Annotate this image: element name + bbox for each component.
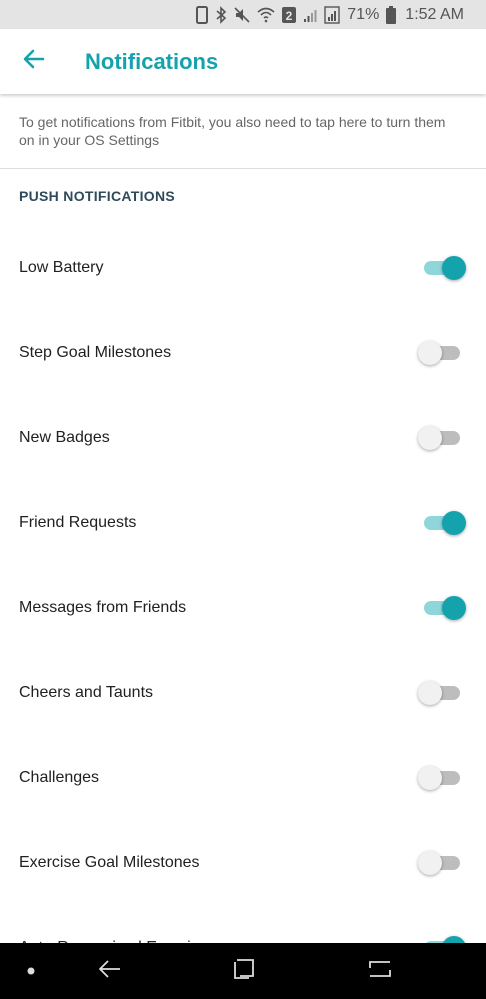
setting-label: Low Battery [19, 258, 104, 276]
toggle-thumb [418, 340, 442, 365]
recents-button[interactable] [224, 943, 264, 999]
toggle-thumb [442, 510, 466, 535]
notification-toggle[interactable] [422, 509, 466, 537]
setting-label: Messages from Friends [19, 598, 187, 616]
setting-row[interactable]: Challenges [0, 735, 486, 820]
toggle-thumb [418, 680, 442, 705]
notification-toggle[interactable] [418, 849, 462, 877]
setting-row[interactable]: Step Goal Milestones [0, 310, 486, 395]
toggle-thumb [418, 765, 442, 790]
wifi-icon [257, 5, 275, 25]
setting-label: Challenges [19, 768, 100, 786]
setting-row[interactable]: Friend Requests [0, 480, 486, 565]
notification-toggle[interactable] [418, 339, 462, 367]
bluetooth-icon [215, 5, 227, 25]
home-icon [368, 959, 392, 984]
battery-icon [386, 5, 397, 25]
battery-percent: 71% [347, 5, 380, 23]
mute-icon [234, 5, 250, 25]
toggle-thumb [418, 425, 442, 450]
setting-label: Step Goal Milestones [19, 343, 172, 361]
setting-row[interactable]: Low Battery [0, 225, 486, 310]
setting-row[interactable]: Messages from Friends [0, 565, 486, 650]
home-button[interactable] [360, 943, 400, 999]
back-button[interactable] [12, 40, 56, 84]
app-bar: Notifications [0, 29, 486, 94]
clock: 1:52 AM [405, 5, 464, 23]
back-nav-icon [98, 959, 122, 984]
setting-label: Cheers and Taunts [19, 683, 154, 701]
settings-list: Low Battery Step Goal Milestones New Badge… [0, 225, 486, 990]
signal-alt-icon [324, 5, 340, 25]
notification-toggle[interactable] [418, 764, 462, 792]
back-nav-button[interactable] [90, 943, 130, 999]
setting-label: Exercise Goal Milestones [19, 853, 200, 871]
arrow-left-icon [23, 48, 45, 75]
divider [0, 168, 486, 169]
notification-toggle[interactable] [418, 424, 462, 452]
navigation-bar [0, 943, 486, 999]
dot-button[interactable] [18, 943, 44, 999]
setting-row[interactable]: New Badges [0, 395, 486, 480]
setting-label: New Badges [19, 428, 110, 446]
notification-toggle[interactable] [422, 254, 466, 282]
notification-toggle[interactable] [422, 594, 466, 622]
page-title: Notifications [85, 48, 219, 74]
setting-label: Friend Requests [19, 513, 137, 531]
phone-icon [196, 5, 209, 25]
sim-badge-icon: 2 [282, 5, 297, 25]
toggle-thumb [418, 850, 442, 875]
recents-icon [233, 958, 255, 985]
toggle-thumb [442, 255, 466, 280]
section-header: PUSH NOTIFICATIONS [19, 188, 176, 204]
setting-row[interactable]: Exercise Goal Milestones [0, 820, 486, 905]
toggle-thumb [442, 595, 466, 620]
os-settings-notice[interactable]: To get notifications from Fitbit, you al… [19, 113, 459, 149]
dot-icon [27, 962, 35, 980]
signal-icon [303, 5, 317, 25]
notification-count: 2 [286, 9, 293, 23]
setting-row[interactable]: Cheers and Taunts [0, 650, 486, 735]
notification-toggle[interactable] [418, 679, 462, 707]
status-bar: 2 71% 1:52 AM [0, 0, 486, 29]
